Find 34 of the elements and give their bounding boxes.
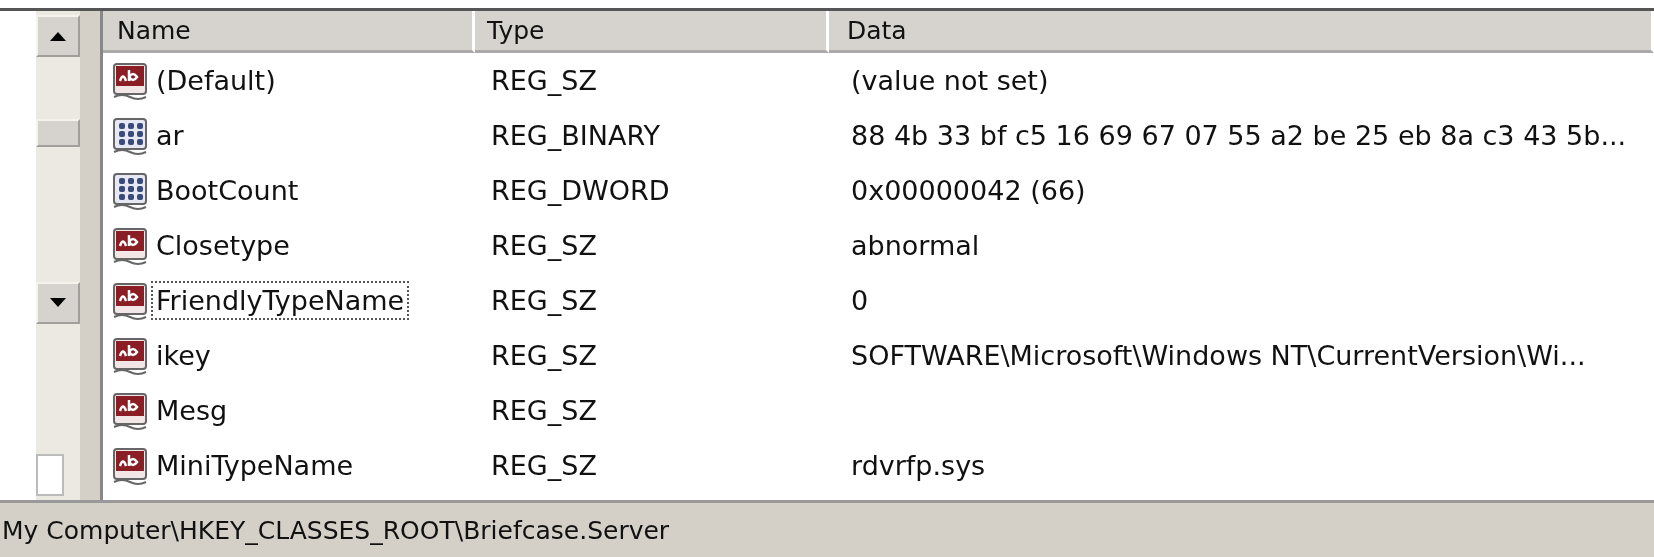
value-data: 0x00000042 (66) — [851, 175, 1086, 206]
value-name[interactable]: FriendlyTypeName — [153, 283, 408, 318]
value-type: REG_BINARY — [491, 120, 660, 151]
value-data: rdvrfp.sys — [851, 450, 986, 481]
value-name[interactable]: MiniTypeName — [153, 448, 357, 483]
value-data: abnormal — [851, 230, 980, 261]
tree-scroll-edge — [36, 454, 64, 496]
value-name[interactable]: ar — [153, 118, 187, 153]
value-name[interactable]: (Default) — [153, 63, 279, 98]
value-type: REG_SZ — [491, 230, 597, 261]
up-arrow-icon — [50, 31, 66, 41]
value-data: 88 4b 33 bf c5 16 69 67 07 55 a2 be 25 eb 8a c3 43 5b... — [851, 120, 1627, 151]
column-header[interactable]: Name — [103, 11, 475, 53]
key-path: My Computer\HKEY_CLASSES_ROOT\Briefcase.Server — [2, 515, 670, 545]
value-name[interactable]: Mesg — [153, 393, 231, 428]
down-arrow-icon — [50, 298, 66, 307]
scroll-down-button[interactable] — [36, 281, 80, 324]
value-name[interactable]: ikey — [153, 338, 214, 373]
scroll-thumb[interactable] — [36, 119, 80, 147]
value-name[interactable]: Closetype — [153, 228, 293, 263]
scroll-up-button[interactable] — [36, 15, 80, 57]
value-type: REG_DWORD — [491, 175, 670, 206]
column-header[interactable]: Data — [829, 11, 1654, 53]
column-header[interactable]: Type — [475, 11, 829, 53]
value-type: REG_SZ — [491, 285, 597, 316]
value-type: REG_SZ — [491, 395, 597, 426]
value-type: REG_SZ — [491, 340, 597, 371]
value-data: (value not set) — [851, 65, 1049, 96]
value-data: SOFTWARE\Microsoft\Windows NT\CurrentVersion\Wi... — [851, 340, 1586, 371]
value-name[interactable]: BootCount — [153, 173, 302, 208]
vertical-scrollbar[interactable] — [36, 11, 80, 500]
value-type: REG_SZ — [491, 65, 597, 96]
value-type: REG_SZ — [491, 450, 597, 481]
value-data: 0 — [851, 285, 869, 316]
